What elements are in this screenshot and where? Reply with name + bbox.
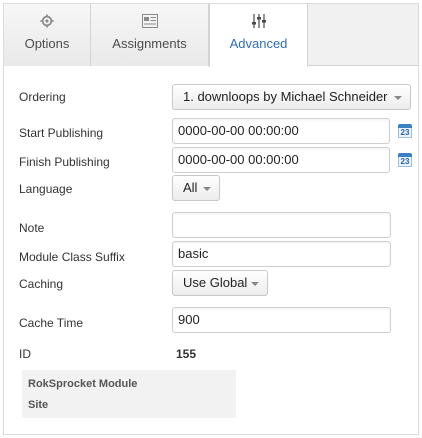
ordering-label: Ordering <box>19 90 66 104</box>
note-input[interactable] <box>172 212 391 238</box>
sliders-icon <box>251 14 266 28</box>
calendar-icon[interactable]: 23 <box>398 124 412 138</box>
tab-assignments[interactable]: Assignments <box>91 4 209 66</box>
start-publishing-input[interactable]: 0000-00-00 00:00:00 <box>172 118 390 144</box>
ordering-select[interactable]: 1. downloops by Michael Schneider <box>172 84 411 110</box>
chevron-down-icon <box>203 187 211 191</box>
cache-time-input[interactable]: 900 <box>172 307 391 333</box>
tab-options-label: Options <box>24 36 70 51</box>
module-class-suffix-label: Module Class Suffix <box>19 250 125 264</box>
note-label: Note <box>19 221 45 235</box>
tab-bar: Options Assignments Advanced <box>4 4 418 67</box>
calendar-day: 23 <box>398 128 412 138</box>
caching-label: Caching <box>19 277 64 291</box>
caching-select[interactable]: Use Global <box>172 270 268 296</box>
ordering-value: 1. downloops by Michael Schneider <box>183 89 388 104</box>
gear-icon <box>40 14 54 28</box>
module-icon <box>141 14 158 28</box>
tab-advanced[interactable]: Advanced <box>209 4 308 67</box>
start-publishing-label: Start Publishing <box>19 126 104 140</box>
module-type-text: RokSprocket Module <box>28 378 138 390</box>
chevron-down-icon <box>394 96 402 100</box>
calendar-icon[interactable]: 23 <box>398 153 412 167</box>
language-value: All <box>183 180 198 195</box>
finish-publishing-label: Finish Publishing <box>19 155 110 169</box>
tab-assignments-label: Assignments <box>112 36 187 51</box>
caching-value: Use Global <box>183 275 248 290</box>
id-label: ID <box>19 347 31 361</box>
finish-publishing-input[interactable]: 0000-00-00 00:00:00 <box>172 147 390 173</box>
language-select[interactable]: All <box>172 175 220 201</box>
module-info-box: RokSprocket Module Site <box>22 370 236 418</box>
language-label: Language <box>19 182 73 196</box>
chevron-down-icon <box>251 282 259 286</box>
calendar-day: 23 <box>398 157 412 167</box>
tab-options[interactable]: Options <box>4 4 91 66</box>
tab-advanced-label: Advanced <box>229 36 288 51</box>
module-advanced-panel: Options Assignments Advanced Ordering 1.… <box>3 3 419 435</box>
module-class-suffix-input[interactable]: basic <box>172 241 391 267</box>
module-client-text: Site <box>28 399 49 411</box>
id-value: 155 <box>176 347 197 361</box>
cache-time-label: Cache Time <box>19 316 84 330</box>
